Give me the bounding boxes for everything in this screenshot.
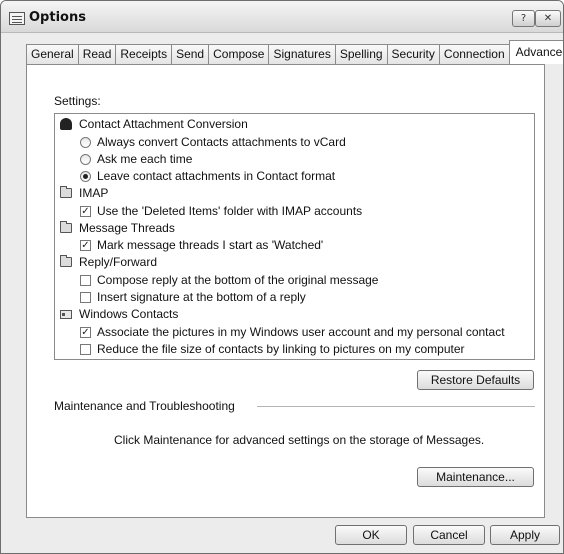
checkbox-reduce-file-size[interactable]	[80, 344, 91, 355]
option-label: Use the 'Deleted Items' folder with IMAP…	[97, 204, 363, 218]
folder-icon	[60, 255, 72, 267]
checkbox-mark-threads-watched[interactable]: ✓	[80, 240, 91, 251]
maintenance-button[interactable]: Maintenance...	[417, 467, 534, 487]
maintenance-heading: Maintenance and Troubleshooting	[54, 399, 235, 413]
section-divider	[257, 406, 535, 407]
checkbox-compose-reply-bottom[interactable]	[80, 275, 91, 286]
options-window-icon	[9, 12, 25, 25]
tab-advanced[interactable]: Advanced	[508, 40, 563, 64]
folder-icon	[60, 186, 72, 198]
window-title: Options	[29, 10, 86, 25]
group-label: Windows Contacts	[79, 307, 179, 321]
tab-receipts[interactable]: Receipts	[115, 44, 173, 64]
option-label: Always convert Contacts attachments to v…	[97, 135, 346, 149]
restore-defaults-button[interactable]: Restore Defaults	[417, 370, 534, 390]
close-button[interactable]: ✕	[535, 10, 561, 27]
help-button[interactable]: ?	[512, 10, 535, 27]
contacts-icon	[60, 118, 72, 130]
tab-spelling[interactable]: Spelling	[334, 44, 388, 64]
options-dialog: Options ? ✕ General Read Receipts Send C…	[0, 0, 564, 554]
ok-button[interactable]: OK	[335, 525, 407, 545]
radio-leave-contact-format[interactable]	[80, 171, 91, 182]
option-label: Associate the pictures in my Windows use…	[97, 325, 505, 339]
tab-connection[interactable]: Connection	[438, 44, 510, 64]
option-label: Leave contact attachments in Contact for…	[97, 169, 336, 183]
option-label: Insert signature at the bottom of a repl…	[97, 290, 306, 304]
group-label: Message Threads	[79, 221, 175, 235]
tab-general[interactable]: General	[26, 44, 79, 64]
tab-send[interactable]: Send	[171, 44, 210, 64]
checkbox-associate-pictures[interactable]: ✓	[80, 327, 91, 338]
radio-always-convert-vcard[interactable]	[80, 137, 91, 148]
settings-label: Settings:	[54, 94, 101, 108]
apply-button[interactable]: Apply	[490, 525, 560, 545]
option-label: Reduce the file size of contacts by link…	[97, 342, 465, 356]
cancel-button[interactable]: Cancel	[413, 525, 485, 545]
title-bar: Options ? ✕	[1, 1, 563, 33]
group-label: Reply/Forward	[79, 255, 158, 269]
tab-strip: General Read Receipts Send Compose Signa…	[26, 40, 563, 64]
tab-security[interactable]: Security	[386, 44, 440, 64]
tab-read[interactable]: Read	[77, 44, 117, 64]
group-label: Contact Attachment Conversion	[79, 117, 248, 131]
radio-ask-each-time[interactable]	[80, 154, 91, 165]
contact-card-icon	[60, 310, 72, 319]
checkbox-insert-signature-bottom[interactable]	[80, 292, 91, 303]
checkbox-deleted-items-imap[interactable]: ✓	[80, 206, 91, 217]
option-label: Compose reply at the bottom of the origi…	[97, 273, 379, 287]
settings-list[interactable]: Contact Attachment Conversion Always con…	[54, 113, 535, 360]
group-label: IMAP	[79, 186, 109, 200]
advanced-panel: Settings: Contact Attachment Conversion …	[26, 64, 545, 518]
option-label: Ask me each time	[97, 152, 193, 166]
option-label: Mark message threads I start as 'Watched…	[97, 238, 324, 252]
tab-signatures[interactable]: Signatures	[268, 44, 336, 64]
folder-icon	[60, 221, 72, 233]
maintenance-description: Click Maintenance for advanced settings …	[114, 433, 485, 447]
tab-compose[interactable]: Compose	[208, 44, 270, 64]
